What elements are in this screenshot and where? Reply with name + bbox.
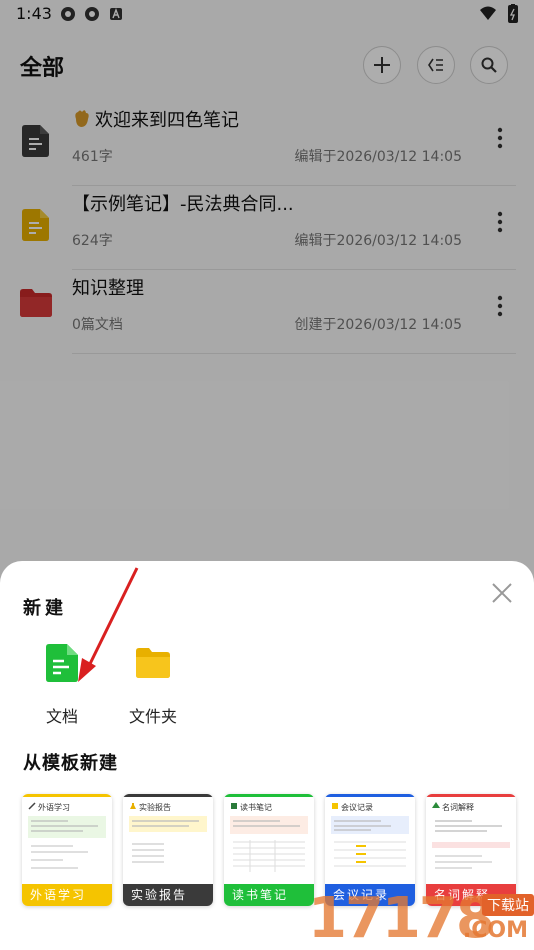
- flask-icon: [130, 803, 136, 809]
- tree-icon: [432, 802, 440, 808]
- template-accent: [224, 794, 314, 797]
- option-label: 文档: [45, 707, 78, 726]
- pen-icon: [28, 802, 36, 810]
- template-section-title: 从模板新建: [23, 753, 118, 774]
- template-card[interactable]: 读书笔记 读书笔记: [224, 794, 314, 906]
- template-name: 读书笔记: [240, 803, 272, 812]
- template-preview: [230, 816, 308, 872]
- template-name: 会议记录: [341, 803, 373, 812]
- template-accent: [123, 794, 213, 797]
- template-accent: [426, 794, 516, 797]
- template-card[interactable]: 实验报告 实验报告: [123, 794, 213, 906]
- template-label: 读书笔记: [224, 884, 314, 906]
- template-preview: [432, 820, 510, 869]
- template-card[interactable]: 外语学习 外语学习: [22, 794, 112, 906]
- template-label: 外语学习: [22, 884, 112, 906]
- template-name: 外语学习: [38, 803, 70, 812]
- template-preview: [331, 816, 409, 867]
- annotation-arrow: [78, 567, 139, 682]
- template-name: 实验报告: [139, 803, 171, 812]
- template-accent: [22, 794, 112, 797]
- app-screen: 1:43 全部 欢迎来到四色笔记 461字 编辑于2026/03/12 14:0…: [0, 0, 534, 950]
- watermark-badge: 下载站: [482, 894, 534, 916]
- template-label: 实验报告: [123, 884, 213, 906]
- book-icon: [231, 803, 237, 809]
- template-name: 名词解释: [442, 803, 474, 812]
- template-preview: [129, 816, 207, 863]
- template-preview: [28, 816, 106, 869]
- option-label: 文件夹: [128, 707, 177, 726]
- watermark-suffix: .COM: [462, 918, 528, 943]
- watermark-logo: 17178 下载站 .COM: [308, 888, 534, 950]
- note-icon: [332, 803, 338, 809]
- close-icon[interactable]: [490, 581, 514, 605]
- template-accent: [325, 794, 415, 797]
